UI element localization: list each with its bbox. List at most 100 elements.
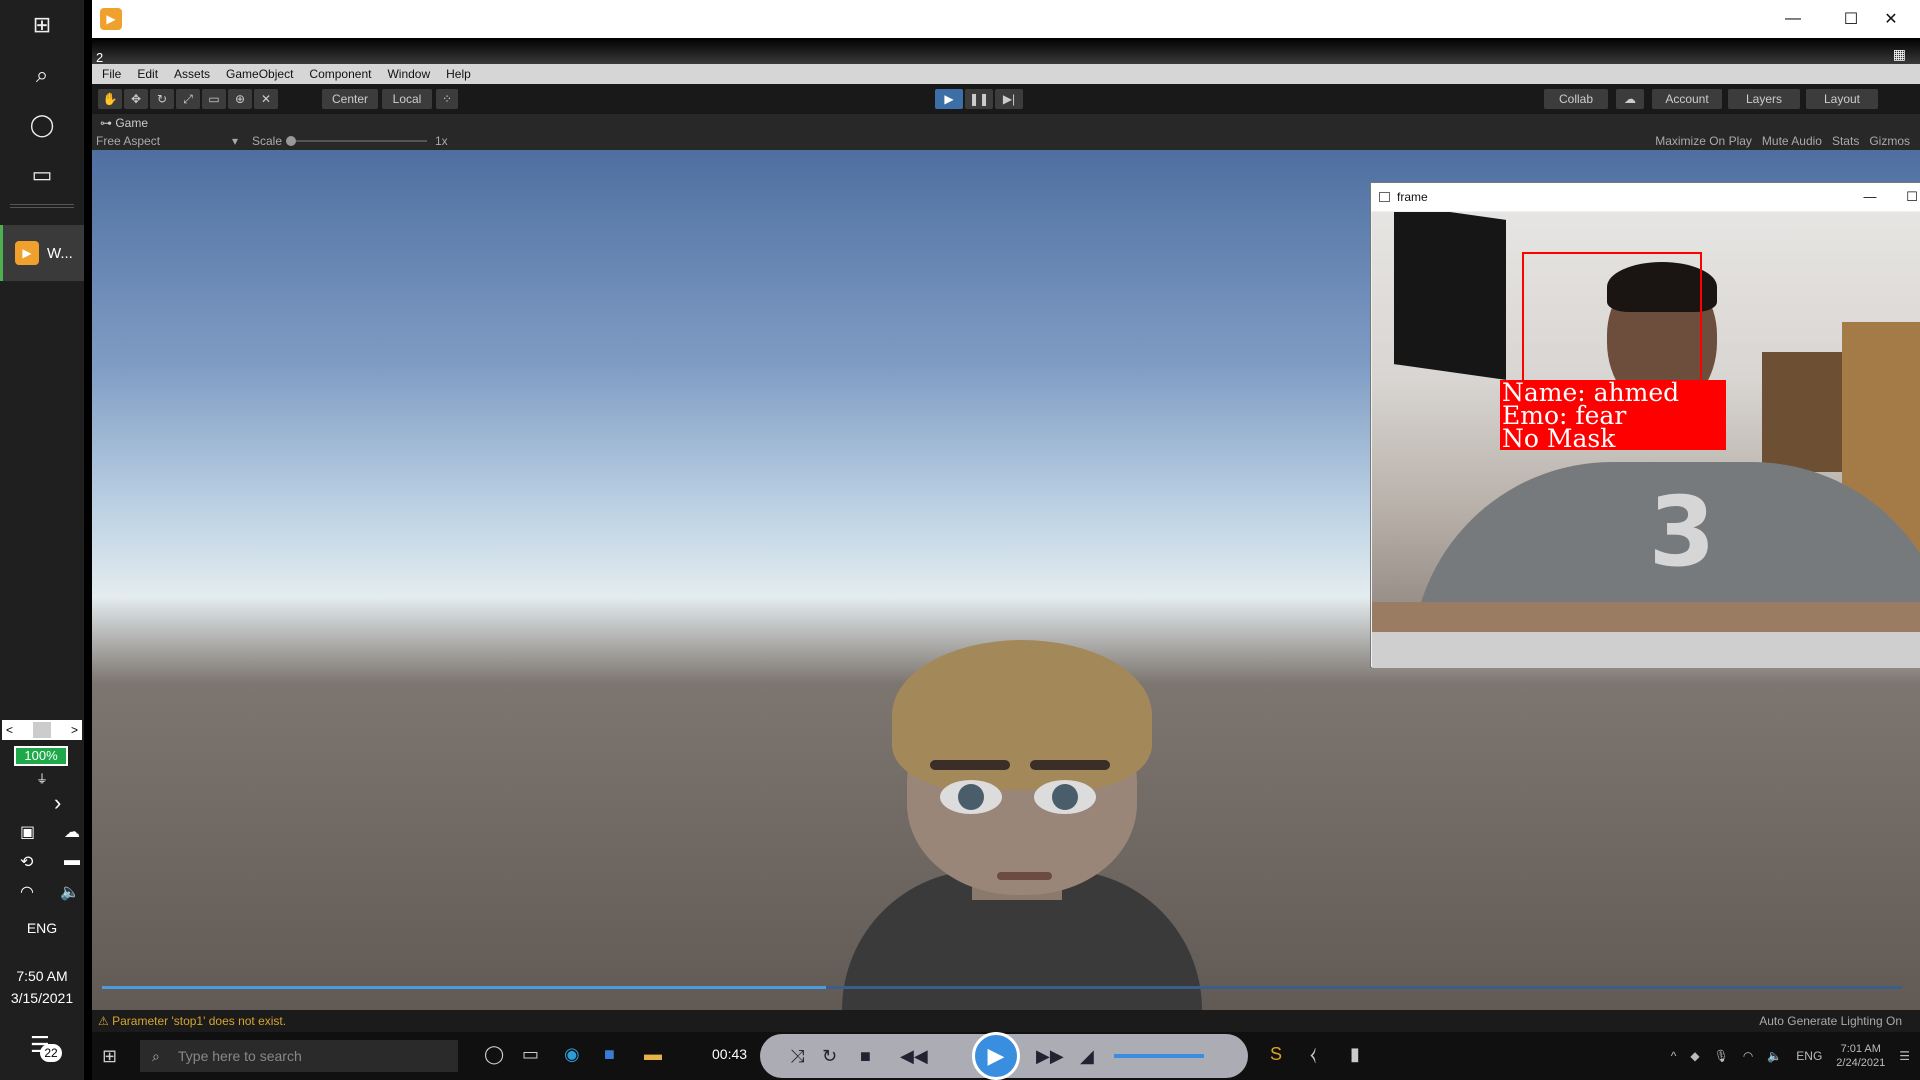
dropbox-icon[interactable]: ◆	[1690, 1049, 1699, 1063]
rect-tool-icon[interactable]: ▭	[202, 89, 226, 109]
language-indicator[interactable]: ENG	[1796, 1049, 1822, 1063]
collab-button[interactable]: Collab	[1544, 89, 1608, 109]
taskbar-search-input[interactable]: ⌕ Type here to search	[140, 1040, 458, 1072]
frame-maximize-button[interactable]: ☐	[1891, 183, 1920, 211]
playback-timeline[interactable]	[102, 986, 1902, 989]
onedrive-icon[interactable]: ☁	[64, 822, 80, 842]
task-view-icon[interactable]: ▭	[522, 1044, 539, 1065]
hand-tool-icon[interactable]: ✋	[98, 89, 122, 109]
mute-audio-toggle[interactable]: Mute Audio	[1762, 132, 1822, 150]
minimize-button[interactable]: —	[1764, 0, 1822, 38]
close-button[interactable]: ✕	[1862, 0, 1920, 38]
clock-date[interactable]: 3/15/2021	[0, 990, 84, 1006]
step-icon[interactable]: ▶|	[995, 89, 1023, 109]
fast-forward-icon[interactable]: ▶▶	[1036, 1042, 1064, 1070]
frame-title: frame	[1397, 190, 1428, 204]
layout-grid-icon[interactable]: ▦	[1893, 46, 1906, 63]
unity-status-bar: ⚠ Parameter 'stop1' does not exist. Auto…	[92, 1010, 1920, 1032]
pause-icon[interactable]: ❚❚	[965, 89, 993, 109]
task-view-icon[interactable]: ▭	[0, 150, 84, 200]
menu-edit[interactable]: Edit	[137, 67, 158, 81]
cortana-icon[interactable]: ◯	[484, 1044, 504, 1065]
shuffle-icon[interactable]: ⤨	[790, 1042, 804, 1070]
cam-bookshelf	[1762, 352, 1852, 472]
aspect-chevron-icon[interactable]: ▾	[232, 132, 238, 150]
pivot-center-button[interactable]: Center	[322, 89, 378, 109]
account-dropdown[interactable]: Account	[1652, 89, 1722, 109]
frame-minimize-button[interactable]: —	[1849, 183, 1891, 211]
game-tab[interactable]: ⊶ Game	[92, 114, 1920, 132]
language-indicator[interactable]: ENG	[0, 920, 84, 936]
tray-scrollbar[interactable]: < >	[2, 720, 82, 740]
embedded-clock[interactable]: 7:01 AM 2/24/2021	[1836, 1042, 1885, 1070]
scale-slider-knob[interactable]	[286, 136, 296, 146]
menu-file[interactable]: File	[102, 67, 121, 81]
scroll-right-icon[interactable]: >	[71, 723, 78, 737]
taskbar-app-button[interactable]: ▶ W...	[0, 225, 84, 281]
menu-gameobject[interactable]: GameObject	[226, 67, 293, 81]
menu-assets[interactable]: Assets	[174, 67, 210, 81]
menu-window[interactable]: Window	[387, 67, 430, 81]
transform-tool-icon[interactable]: ⊕	[228, 89, 252, 109]
clock-time[interactable]: 7:50 AM	[0, 968, 84, 984]
battery-indicator[interactable]: 100%	[14, 746, 68, 766]
search-icon[interactable]: ⌕	[0, 50, 84, 100]
update-icon[interactable]: ⟲	[20, 852, 33, 872]
game-controller-icon: ⊶	[100, 116, 116, 130]
media-play-icon[interactable]: ▶	[972, 1032, 1020, 1080]
wifi-icon[interactable]: ◠	[20, 882, 34, 902]
volume-icon[interactable]: 🔈	[1767, 1049, 1782, 1063]
scroll-thumb[interactable]	[33, 722, 51, 738]
frame-bottom-strip	[1372, 632, 1920, 668]
notification-icon[interactable]: ☰	[1899, 1049, 1910, 1063]
edge-icon[interactable]: ◉	[564, 1044, 580, 1065]
layout-dropdown[interactable]: Layout	[1806, 89, 1878, 109]
scroll-left-icon[interactable]: <	[6, 723, 13, 737]
zoom-icon[interactable]: ■	[604, 1044, 615, 1065]
play-icon[interactable]: ▶	[935, 89, 963, 109]
custom-tool-icon[interactable]: ✕	[254, 89, 278, 109]
vscode-icon[interactable]: ⧼	[1310, 1044, 1316, 1065]
battery-icon[interactable]: ▬	[64, 852, 80, 872]
webcam-feed: 3 Name: ahmed Emo: fear No Mask	[1372, 212, 1920, 632]
vertical-taskbar: ⊞ ⌕ ◯ ▭ ▶ W... < > 100% ⏚ › ▣ ☁ ⟲ ▬ ◠ 🔈 …	[0, 0, 84, 1080]
stop-icon[interactable]: ■	[860, 1042, 871, 1070]
speaker-icon[interactable]: ◢	[1080, 1042, 1094, 1070]
rotate-tool-icon[interactable]: ↻	[150, 89, 174, 109]
windows-start-icon[interactable]: ⊞	[0, 0, 84, 50]
folder-icon[interactable]: ▬	[644, 1044, 662, 1065]
file-icon[interactable]: ▮	[1350, 1044, 1360, 1065]
maximize-on-play-toggle[interactable]: Maximize On Play	[1655, 132, 1752, 150]
wifi-icon[interactable]: ◠	[1743, 1049, 1753, 1063]
tray-chevron-icon[interactable]: ^	[1671, 1049, 1677, 1063]
chevron-right-icon[interactable]: ›	[54, 790, 61, 816]
notification-count-badge: 22	[40, 1044, 62, 1062]
menu-help[interactable]: Help	[446, 67, 471, 81]
move-tool-icon[interactable]: ✥	[124, 89, 148, 109]
scale-tool-icon[interactable]: ⤢	[176, 89, 200, 109]
pivot-local-button[interactable]: Local	[382, 89, 432, 109]
meet-now-icon[interactable]: ▣	[20, 822, 35, 842]
stats-toggle[interactable]: Stats	[1832, 132, 1859, 150]
layers-dropdown[interactable]: Layers	[1728, 89, 1800, 109]
cloud-icon[interactable]: ☁	[1616, 89, 1644, 109]
rewind-icon[interactable]: ◀◀	[900, 1042, 928, 1070]
mic-icon[interactable]: 🎙	[1714, 1049, 1729, 1063]
gizmos-dropdown[interactable]: Gizmos	[1869, 132, 1910, 150]
cortana-icon[interactable]: ◯	[0, 100, 84, 150]
snap-grid-icon[interactable]: ⁘	[436, 89, 458, 109]
sublime-icon[interactable]: S	[1270, 1044, 1282, 1065]
volume-icon[interactable]: 🔈	[60, 882, 80, 902]
window-app-icon	[1379, 192, 1390, 202]
aspect-dropdown[interactable]: Free Aspect	[96, 132, 160, 150]
scale-slider-track[interactable]	[287, 140, 427, 142]
embedded-system-tray: ^ ◆ 🎙 ◠ 🔈 ENG 7:01 AM 2/24/2021 ☰	[1671, 1032, 1910, 1080]
repeat-icon[interactable]: ↻	[822, 1042, 837, 1070]
start-icon[interactable]: ⊞	[102, 1046, 117, 1067]
warning-icon: ⚠	[98, 1014, 113, 1028]
menu-component[interactable]: Component	[309, 67, 371, 81]
avatar-left-eye	[940, 780, 1002, 814]
media-player-window: ▶ — ☐ ✕ 2 ▦ File Edit Assets GameObject …	[92, 0, 1920, 1080]
volume-slider[interactable]	[1114, 1054, 1204, 1058]
status-warning-text[interactable]: Parameter 'stop1' does not exist.	[112, 1014, 286, 1028]
